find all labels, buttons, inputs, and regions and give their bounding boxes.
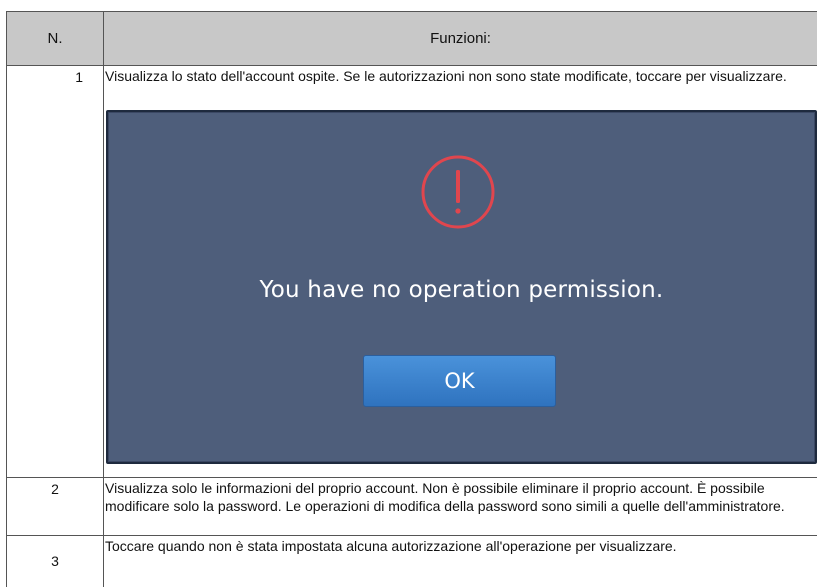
ok-button[interactable]: OK <box>363 355 556 407</box>
header-number: N. <box>7 12 104 65</box>
row-description: Visualizza lo stato dell'account ospite.… <box>105 68 787 84</box>
functions-table: N. Funzioni: 1 Visualizza lo stato dell'… <box>6 11 817 587</box>
document-page: N. Funzioni: 1 Visualizza lo stato dell'… <box>0 0 817 587</box>
row-number-cell: 2 <box>7 478 104 535</box>
row-number-cell: 1 <box>7 66 104 477</box>
row-number-cell: 3 <box>7 536 104 587</box>
row-description: Toccare quando non è stata impostata alc… <box>105 538 677 554</box>
row-number: 3 <box>51 553 59 569</box>
table-header: N. Funzioni: <box>7 11 817 66</box>
permission-dialog: You have no operation permission. OK <box>106 110 817 464</box>
header-functions: Funzioni: <box>430 30 491 47</box>
warning-exclamation-icon <box>421 155 495 229</box>
row-number: 1 <box>75 69 83 85</box>
row-number: 2 <box>51 481 59 497</box>
dialog-message: You have no operation permission. <box>259 277 664 303</box>
row-description: Visualizza solo le informazioni del prop… <box>105 480 785 514</box>
table-row: 1 Visualizza lo stato dell'account ospit… <box>7 66 817 478</box>
table-row: 3 Toccare quando non è stata impostata a… <box>7 536 817 587</box>
table-row: 2 Visualizza solo le informazioni del pr… <box>7 478 817 536</box>
